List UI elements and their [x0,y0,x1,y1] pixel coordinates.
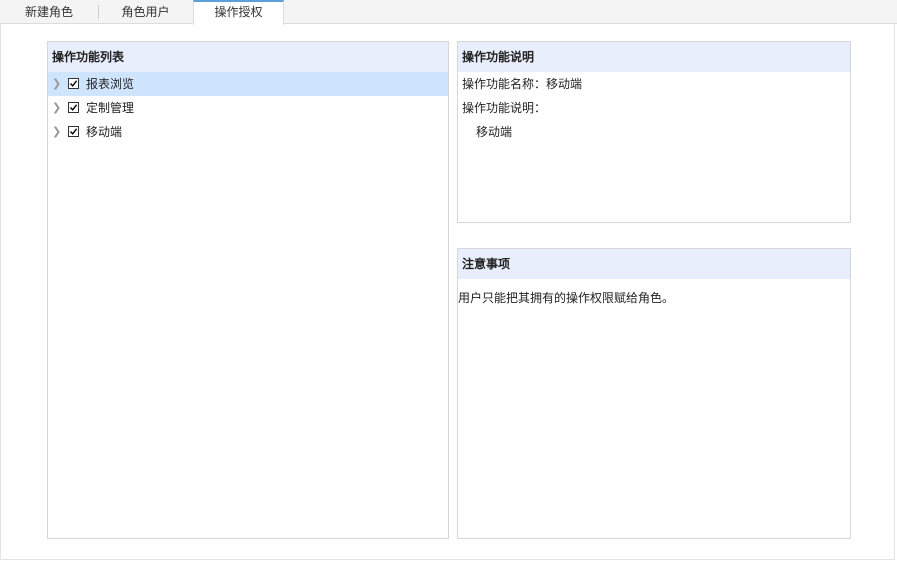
tree-item-report-browse[interactable]: ❯ 报表浏览 [48,72,448,96]
tree-item-mobile[interactable]: ❯ 移动端 [48,120,448,144]
tree-item-label: 报表浏览 [86,77,135,91]
checkmark-icon [69,80,78,87]
tree-item-label: 移动端 [86,125,123,139]
checkmark-icon [69,104,78,111]
function-name-label: 操作功能名称： [462,77,547,91]
function-description-title: 操作功能说明 [458,42,850,72]
chevron-right-icon[interactable]: ❯ [52,96,62,120]
tree-item-label: 定制管理 [86,101,135,115]
notes-title: 注意事项 [458,249,850,279]
function-list-title: 操作功能列表 [48,42,448,72]
tab-bar: 新建角色 角色用户 操作授权 [0,0,897,25]
tab-content: 操作功能列表 ❯ 报表浏览 ❯ 定制管理 ❯ 移动端 操作功能说明 操作功能名称… [0,24,895,560]
function-name-row: 操作功能名称：移动端 [458,72,850,96]
function-description-panel: 操作功能说明 操作功能名称：移动端 操作功能说明： 移动端 [457,41,851,223]
checkmark-icon [69,128,78,135]
checkbox-mobile[interactable] [68,126,79,137]
function-list-panel: 操作功能列表 ❯ 报表浏览 ❯ 定制管理 ❯ 移动端 [47,41,449,539]
tab-operation-authorization[interactable]: 操作授权 [193,0,284,25]
function-name-value: 移动端 [546,77,583,91]
tab-new-role[interactable]: 新建角色 [0,0,98,24]
checkbox-custom-management[interactable] [68,102,79,113]
notes-panel: 注意事项 用户只能把其拥有的操作权限赋给角色。 [457,248,851,539]
function-desc-value: 移动端 [476,125,513,139]
role-permission-window: 新建角色 角色用户 操作授权 操作功能列表 ❯ 报表浏览 ❯ 定制管理 ❯ 移动… [0,0,897,561]
tree-item-custom-management[interactable]: ❯ 定制管理 [48,96,448,120]
chevron-right-icon[interactable]: ❯ [52,72,62,96]
notes-text: 用户只能把其拥有的操作权限赋给角色。 [458,291,675,305]
checkbox-report-browse[interactable] [68,78,79,89]
chevron-right-icon[interactable]: ❯ [52,120,62,144]
function-desc-label: 操作功能说明： [462,101,547,115]
tab-role-users[interactable]: 角色用户 [98,0,193,24]
